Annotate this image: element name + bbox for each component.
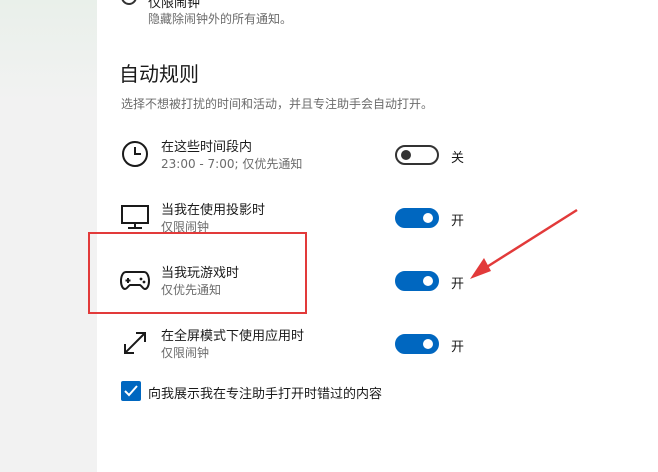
toggle-knob xyxy=(423,213,433,223)
gaming-rule-toggle[interactable] xyxy=(395,271,439,291)
time-rule-state: 关 xyxy=(451,151,465,166)
annotation-highlight-box xyxy=(88,232,307,314)
projection-rule-toggle[interactable] xyxy=(395,208,439,228)
clock-icon xyxy=(122,141,148,167)
show-missed-label: 向我展示我在专注助手打开时错过的内容 xyxy=(148,387,383,402)
checkmark-icon xyxy=(124,385,138,397)
show-missed-checkbox[interactable] xyxy=(121,381,141,401)
alarms-only-radio[interactable] xyxy=(121,0,137,5)
section-description: 选择不想被打扰的时间和活动，并且专注助手会自动打开。 xyxy=(121,97,434,111)
time-rule-toggle[interactable] xyxy=(395,145,439,165)
rule-title-time: 在这些时间段内 xyxy=(161,140,253,155)
toggle-knob xyxy=(423,339,433,349)
rule-title-projection: 当我在使用投影时 xyxy=(161,203,266,218)
projection-rule-state: 开 xyxy=(451,214,465,229)
rule-subtitle-fullscreen: 仅限闹钟 xyxy=(161,346,210,360)
expand-arrows-icon xyxy=(124,332,146,354)
gaming-rule-state: 开 xyxy=(451,277,465,292)
sidebar-panel xyxy=(0,0,97,472)
section-title: 自动规则 xyxy=(119,62,199,86)
fullscreen-rule-toggle[interactable] xyxy=(395,334,439,354)
toggle-knob xyxy=(401,150,411,160)
alarms-only-description: 隐藏除闹钟外的所有通知。 xyxy=(148,12,293,26)
fullscreen-rule-state: 开 xyxy=(451,340,465,355)
rule-subtitle-time: 23:00 - 7:00; 仅优先通知 xyxy=(161,157,303,171)
rule-title-fullscreen: 在全屏模式下使用应用时 xyxy=(161,329,305,344)
toggle-knob xyxy=(423,276,433,286)
monitor-icon xyxy=(121,205,149,229)
